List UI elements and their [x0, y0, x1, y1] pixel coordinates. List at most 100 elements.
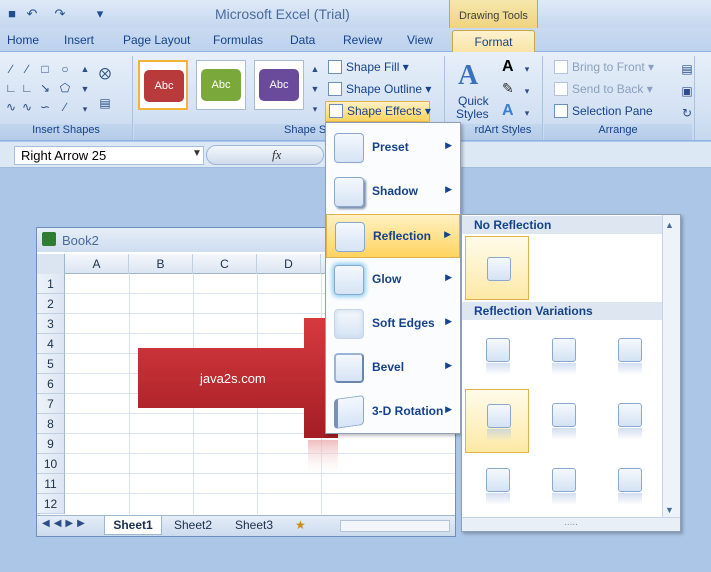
tab-view[interactable]: View — [407, 33, 433, 47]
send-to-back-button[interactable]: Send to Back ▾ — [554, 82, 653, 96]
scroll-up-icon[interactable]: ▲ — [665, 220, 674, 230]
tab-review[interactable]: Review — [343, 33, 382, 47]
menu-item-glow[interactable]: Glow ▶ — [326, 258, 460, 302]
more-shapes-icon[interactable]: ▾ — [78, 102, 92, 116]
redo-icon[interactable]: ↷ — [52, 6, 68, 22]
rectangle-shape-icon[interactable]: □ — [38, 62, 52, 76]
dropdown-arrow-icon[interactable]: ▾ — [520, 84, 534, 98]
shape-style-thumb-red[interactable]: Abc — [138, 60, 188, 110]
row-header[interactable]: 6 — [37, 374, 65, 394]
style-scroll-down-icon[interactable]: ▼ — [308, 82, 322, 96]
row-header[interactable]: 8 — [37, 414, 65, 434]
line-shape-icon[interactable]: ∕ — [20, 62, 34, 76]
row-header[interactable]: 1 — [37, 274, 65, 294]
tab-formulas[interactable]: Formulas — [213, 33, 263, 47]
tab-insert[interactable]: Insert — [64, 33, 94, 47]
row-header[interactable]: 11 — [37, 474, 65, 494]
elbow-connector-icon[interactable]: ∟ — [4, 81, 18, 95]
row-header[interactable]: 2 — [37, 294, 65, 314]
scroll-up-icon[interactable]: ▲ — [78, 62, 92, 76]
bring-to-front-button[interactable]: Bring to Front ▾ — [554, 60, 654, 74]
sheet-nav-arrows-icon[interactable]: ◀◀▶▶ — [42, 518, 89, 529]
menu-item-bevel[interactable]: Bevel ▶ — [326, 346, 460, 390]
gallery-resize-grip[interactable]: ..... — [462, 517, 680, 531]
insert-sheet-icon[interactable]: ★ — [295, 518, 306, 532]
arrow-shape-icon[interactable]: ↘ — [38, 81, 52, 95]
sheet-tab-sheet1[interactable]: Sheet1 — [104, 516, 162, 535]
tab-page-layout[interactable]: Page Layout — [123, 33, 190, 47]
column-header[interactable]: B — [129, 254, 193, 274]
shape-fill-button[interactable]: Shape Fill ▾ — [328, 60, 409, 74]
undo-icon[interactable]: ↶ — [24, 6, 40, 22]
reflection-option-selected[interactable] — [465, 389, 529, 453]
group-icon[interactable]: ▣ — [680, 84, 694, 98]
right-arrow-shape[interactable] — [138, 318, 338, 478]
rotate-icon[interactable]: ↻ — [680, 106, 694, 120]
quick-styles-label-2[interactable]: Styles — [456, 107, 489, 121]
row-header[interactable]: 5 — [37, 354, 65, 374]
tab-format[interactable]: Format — [452, 30, 535, 53]
menu-item-preset[interactable]: Preset ▶ — [326, 126, 460, 170]
reflection-option[interactable] — [531, 389, 595, 453]
shape-style-thumb-purple[interactable]: Abc — [254, 60, 304, 110]
save-icon[interactable]: ■ — [4, 6, 20, 22]
row-header[interactable]: 4 — [37, 334, 65, 354]
oval-shape-icon[interactable]: ○ — [58, 62, 72, 76]
style-scroll-up-icon[interactable]: ▲ — [308, 62, 322, 76]
name-box[interactable]: Right Arrow 25 — [14, 146, 204, 165]
reflection-option-none[interactable] — [465, 236, 529, 300]
text-fill-icon[interactable]: A — [502, 58, 514, 76]
select-all-corner[interactable] — [37, 254, 65, 274]
reflection-option[interactable] — [465, 324, 529, 388]
shape-outline-button[interactable]: Shape Outline ▾ — [328, 82, 431, 96]
reflection-option[interactable] — [597, 454, 661, 518]
column-header[interactable]: A — [65, 254, 129, 274]
dropdown-arrow-icon[interactable]: ▾ — [520, 62, 534, 76]
elbow-connector-icon[interactable]: ∟ — [20, 81, 34, 95]
menu-item-shadow[interactable]: Shadow ▶ — [326, 170, 460, 214]
reflection-option[interactable] — [465, 454, 529, 518]
reflection-option[interactable] — [531, 324, 595, 388]
selection-pane-button[interactable]: Selection Pane — [554, 104, 653, 118]
text-effects-icon[interactable]: A — [502, 102, 514, 120]
horizontal-scrollbar[interactable] — [340, 520, 450, 532]
tab-data[interactable]: Data — [290, 33, 315, 47]
shape-effects-button[interactable]: Shape Effects ▾ — [325, 101, 431, 122]
reflection-option[interactable] — [597, 389, 661, 453]
curve-shape-icon[interactable]: ∿ — [20, 100, 34, 114]
more-styles-icon[interactable]: ▾ — [308, 102, 322, 116]
align-icon[interactable]: ▤ — [680, 62, 694, 76]
gallery-scrollbar[interactable] — [662, 215, 680, 517]
column-header[interactable]: D — [257, 254, 321, 274]
freeform-shape-icon[interactable]: ∽ — [38, 100, 52, 114]
text-outline-icon[interactable]: ✎ — [502, 80, 514, 97]
row-header[interactable]: 3 — [37, 314, 65, 334]
menu-item-soft-edges[interactable]: Soft Edges ▶ — [326, 302, 460, 346]
shape-style-thumb-green[interactable]: Abc — [196, 60, 246, 110]
curve-shape-icon[interactable]: ∿ — [4, 100, 18, 114]
scroll-down-icon[interactable]: ▼ — [665, 505, 674, 515]
tab-home[interactable]: Home — [7, 33, 39, 47]
text-box-icon[interactable]: ▤ — [98, 96, 112, 110]
edit-shape-icon[interactable]: ⨂ — [98, 66, 112, 80]
pentagon-shape-icon[interactable]: ⬠ — [58, 81, 72, 95]
line-shape-icon[interactable]: ∕ — [4, 62, 18, 76]
column-header[interactable]: C — [193, 254, 257, 274]
line-shape-icon[interactable]: ∕ — [58, 100, 72, 114]
insert-function-icon[interactable]: fx — [272, 147, 281, 163]
customize-toolbar-icon[interactable]: ▾ — [92, 6, 108, 22]
menu-item-reflection[interactable]: Reflection ▶ — [326, 214, 460, 258]
row-header[interactable]: 12 — [37, 494, 65, 514]
row-header[interactable]: 10 — [37, 454, 65, 474]
sheet-tab-sheet3[interactable]: Sheet3 — [235, 518, 273, 532]
wordart-a-icon[interactable]: A — [458, 60, 478, 92]
scroll-down-icon[interactable]: ▼ — [78, 82, 92, 96]
name-box-dropdown-icon[interactable]: ▼ — [192, 148, 202, 159]
quick-styles-label-1[interactable]: Quick — [458, 94, 489, 108]
row-header[interactable]: 7 — [37, 394, 65, 414]
dropdown-arrow-icon[interactable]: ▾ — [520, 106, 534, 120]
menu-item-3d-rotation[interactable]: 3-D Rotation ▶ — [326, 390, 460, 434]
sheet-tab-sheet2[interactable]: Sheet2 — [174, 518, 212, 532]
reflection-option[interactable] — [597, 324, 661, 388]
row-header[interactable]: 9 — [37, 434, 65, 454]
